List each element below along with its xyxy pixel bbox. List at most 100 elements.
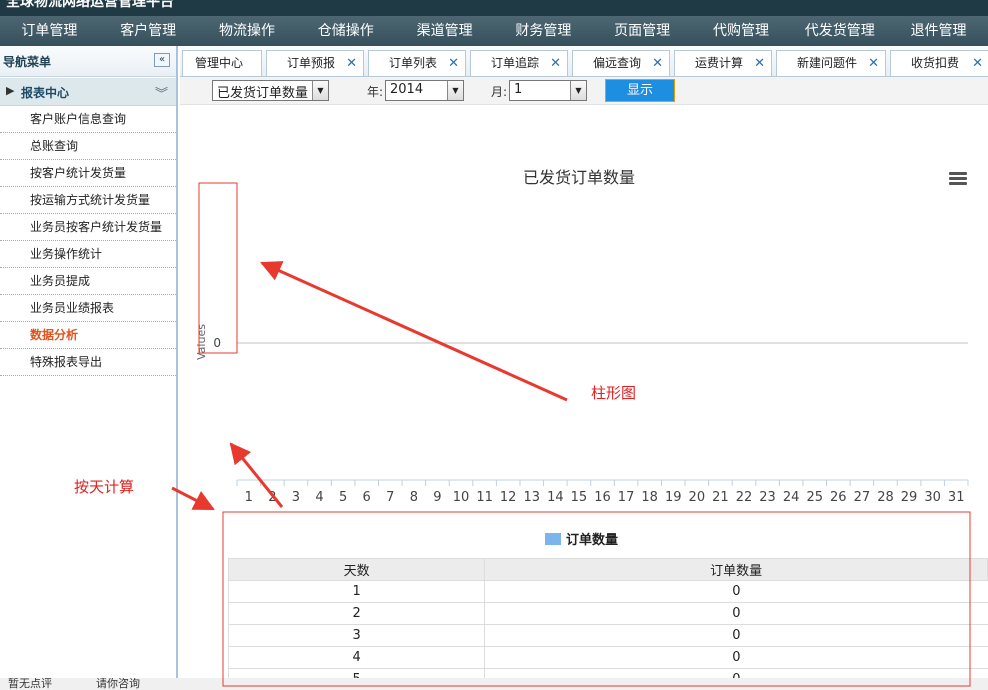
x-tick-label: 25 xyxy=(806,490,823,505)
close-icon[interactable]: ✕ xyxy=(972,51,983,76)
nav-item-warehouse[interactable]: 仓储操作 xyxy=(296,16,395,46)
status-review[interactable]: 暂无点评 xyxy=(8,678,52,690)
nav-item-returns[interactable]: 退件管理 xyxy=(889,16,988,46)
sidebar-title: 导航菜单 xyxy=(3,55,52,69)
table-header-day: 天数 xyxy=(227,558,486,581)
chart-panel: 已发货订单数量 Values 0 1 2 3 4 5 6 7 8 9 10 11 12 13 14 15 16… xyxy=(180,106,988,678)
status-consult[interactable]: 请你咨询 xyxy=(96,678,140,690)
month-select[interactable]: 1 ▼ xyxy=(509,80,587,101)
tab-receipt-fee[interactable]: 收货扣费 ✕ xyxy=(890,50,988,76)
x-tick-label: 18 xyxy=(641,490,658,505)
nav-item-purchasing[interactable]: 代购管理 xyxy=(692,16,791,46)
tab-order-list[interactable]: 订单列表 ✕ xyxy=(368,50,466,76)
double-chevron-left-icon[interactable]: « xyxy=(154,53,170,67)
nav-item-logistics[interactable]: 物流操作 xyxy=(198,16,297,46)
table-row: 40 xyxy=(227,646,988,669)
nav-item-dropship[interactable]: 代发货管理 xyxy=(790,16,889,46)
tab-new-issue[interactable]: 新建问题件 ✕ xyxy=(776,50,886,76)
table-cell: 0 xyxy=(484,580,988,603)
triangle-right-icon: ▶ xyxy=(6,84,15,97)
x-tick-label: 17 xyxy=(618,490,635,505)
sidebar-item-account-query[interactable]: 客户账户信息查询 xyxy=(0,106,176,133)
x-tick-label: 24 xyxy=(783,490,800,505)
top-navigation: 订单管理 客户管理 物流操作 仓储操作 渠道管理 财务管理 页面管理 代购管理 … xyxy=(0,16,988,46)
nav-item-finance[interactable]: 财务管理 xyxy=(494,16,593,46)
table-cell: 0 xyxy=(484,624,988,647)
table-cell: 3 xyxy=(227,624,485,647)
dropdown-arrow-icon[interactable]: ▼ xyxy=(570,81,586,100)
y-axis-label: Values xyxy=(195,324,208,360)
sidebar-item-list: 客户账户信息查询 总账查询 按客户统计发货量 按运输方式统计发货量 业务员按客户… xyxy=(0,106,176,376)
show-button[interactable]: 显示 xyxy=(605,79,675,102)
x-tick-label: 6 xyxy=(363,490,371,505)
table-cell: 2 xyxy=(227,602,485,625)
x-tick-label: 16 xyxy=(594,490,611,505)
x-tick-label: 31 xyxy=(948,490,965,505)
app-title-bar: 全球物流网络运营管理平台 xyxy=(0,0,988,16)
x-tick-label: 30 xyxy=(924,490,941,505)
sidebar-item-sales-performance[interactable]: 业务员业绩报表 xyxy=(0,295,176,322)
report-type-select[interactable]: 已发货订单数量 ▼ xyxy=(212,80,329,101)
sidebar-item-ledger-query[interactable]: 总账查询 xyxy=(0,133,176,160)
table-cell: 0 xyxy=(484,646,988,669)
close-icon[interactable]: ✕ xyxy=(448,51,459,76)
nav-item-channels[interactable]: 渠道管理 xyxy=(395,16,494,46)
filter-toolbar: 已发货订单数量 ▼ 年: 2014 ▼ 月: 1 ▼ 显示 xyxy=(180,77,988,105)
tab-order-tracking[interactable]: 订单追踪 ✕ xyxy=(470,50,568,76)
x-tick-label: 21 xyxy=(712,490,729,505)
x-tick-label: 29 xyxy=(901,490,918,505)
x-tick-label: 7 xyxy=(386,490,394,505)
x-tick-label: 10 xyxy=(453,490,470,505)
x-tick-label: 26 xyxy=(830,490,847,505)
x-tick-label: 9 xyxy=(433,490,441,505)
close-icon[interactable]: ✕ xyxy=(868,51,879,76)
x-tick-label: 15 xyxy=(571,490,588,505)
x-tick-label: 13 xyxy=(523,490,540,505)
year-label: 年: xyxy=(367,85,384,99)
x-tick-label: 2 xyxy=(268,490,276,505)
close-icon[interactable]: ✕ xyxy=(346,51,357,76)
y-tick-label: 0 xyxy=(213,336,221,350)
chart-title: 已发货订单数量 xyxy=(523,168,635,187)
sidebar-item-special-export[interactable]: 特殊报表导出 xyxy=(0,349,176,376)
close-icon[interactable]: ✕ xyxy=(652,51,663,76)
x-tick-label: 19 xyxy=(665,490,682,505)
annotation-bar-chart: 柱形图 xyxy=(591,384,637,402)
x-tick-label: 14 xyxy=(547,490,564,505)
close-icon[interactable]: ✕ xyxy=(754,51,765,76)
tab-remote-query[interactable]: 偏远查询 ✕ xyxy=(572,50,670,76)
dropdown-arrow-icon[interactable]: ▼ xyxy=(312,81,328,100)
sidebar-item-operation-stats[interactable]: 业务操作统计 xyxy=(0,241,176,268)
x-tick-label: 22 xyxy=(736,490,753,505)
sidebar-item-volume-by-transport[interactable]: 按运输方式统计发货量 xyxy=(0,187,176,214)
bar-chart: 已发货订单数量 Values 0 1 2 3 4 5 6 7 8 9 10 11 12 13 14 15 16… xyxy=(195,168,969,505)
year-select[interactable]: 2014 ▼ xyxy=(385,80,464,101)
tab-order-forecast[interactable]: 订单预报 ✕ xyxy=(266,50,364,76)
nav-item-customers[interactable]: 客户管理 xyxy=(99,16,198,46)
x-tick-label: 20 xyxy=(689,490,706,505)
chart-legend[interactable]: 订单数量 xyxy=(545,529,619,548)
tab-freight-calc[interactable]: 运费计算 ✕ xyxy=(674,50,772,76)
x-tick-label: 28 xyxy=(877,490,894,505)
double-chevron-down-icon[interactable]: ︾ xyxy=(155,83,168,102)
sidebar-group-reports[interactable]: ▶ 报表中心 ︾ xyxy=(0,78,176,106)
chart-menu-icon[interactable] xyxy=(949,172,967,186)
sidebar-item-volume-by-customer[interactable]: 按客户统计发货量 xyxy=(0,160,176,187)
table-row: 50 xyxy=(227,668,988,678)
x-tick-label: 1 xyxy=(245,490,253,505)
nav-item-orders[interactable]: 订单管理 xyxy=(0,16,99,46)
sidebar-item-data-analysis[interactable]: 数据分析 xyxy=(0,322,176,349)
sidebar-header: 导航菜单 « xyxy=(0,46,176,77)
tab-management-center[interactable]: 管理中心 xyxy=(182,50,262,76)
close-icon[interactable]: ✕ xyxy=(550,51,561,76)
nav-item-pages[interactable]: 页面管理 xyxy=(593,16,692,46)
table-cell: 5 xyxy=(227,668,485,678)
legend-label: 订单数量 xyxy=(566,533,619,548)
table-row: 20 xyxy=(227,602,988,625)
tab-bar: 管理中心 订单预报 ✕ 订单列表 ✕ 订单追踪 ✕ 偏远查询 ✕ 运费计算 ✕ 新建问题件… xyxy=(180,46,988,77)
sidebar-item-commission[interactable]: 业务员提成 xyxy=(0,268,176,295)
sidebar-item-sales-by-customer[interactable]: 业务员按客户统计发货量 xyxy=(0,214,176,241)
x-tick-label: 12 xyxy=(500,490,517,505)
dropdown-arrow-icon[interactable]: ▼ xyxy=(447,81,463,100)
month-label: 月: xyxy=(491,85,508,99)
